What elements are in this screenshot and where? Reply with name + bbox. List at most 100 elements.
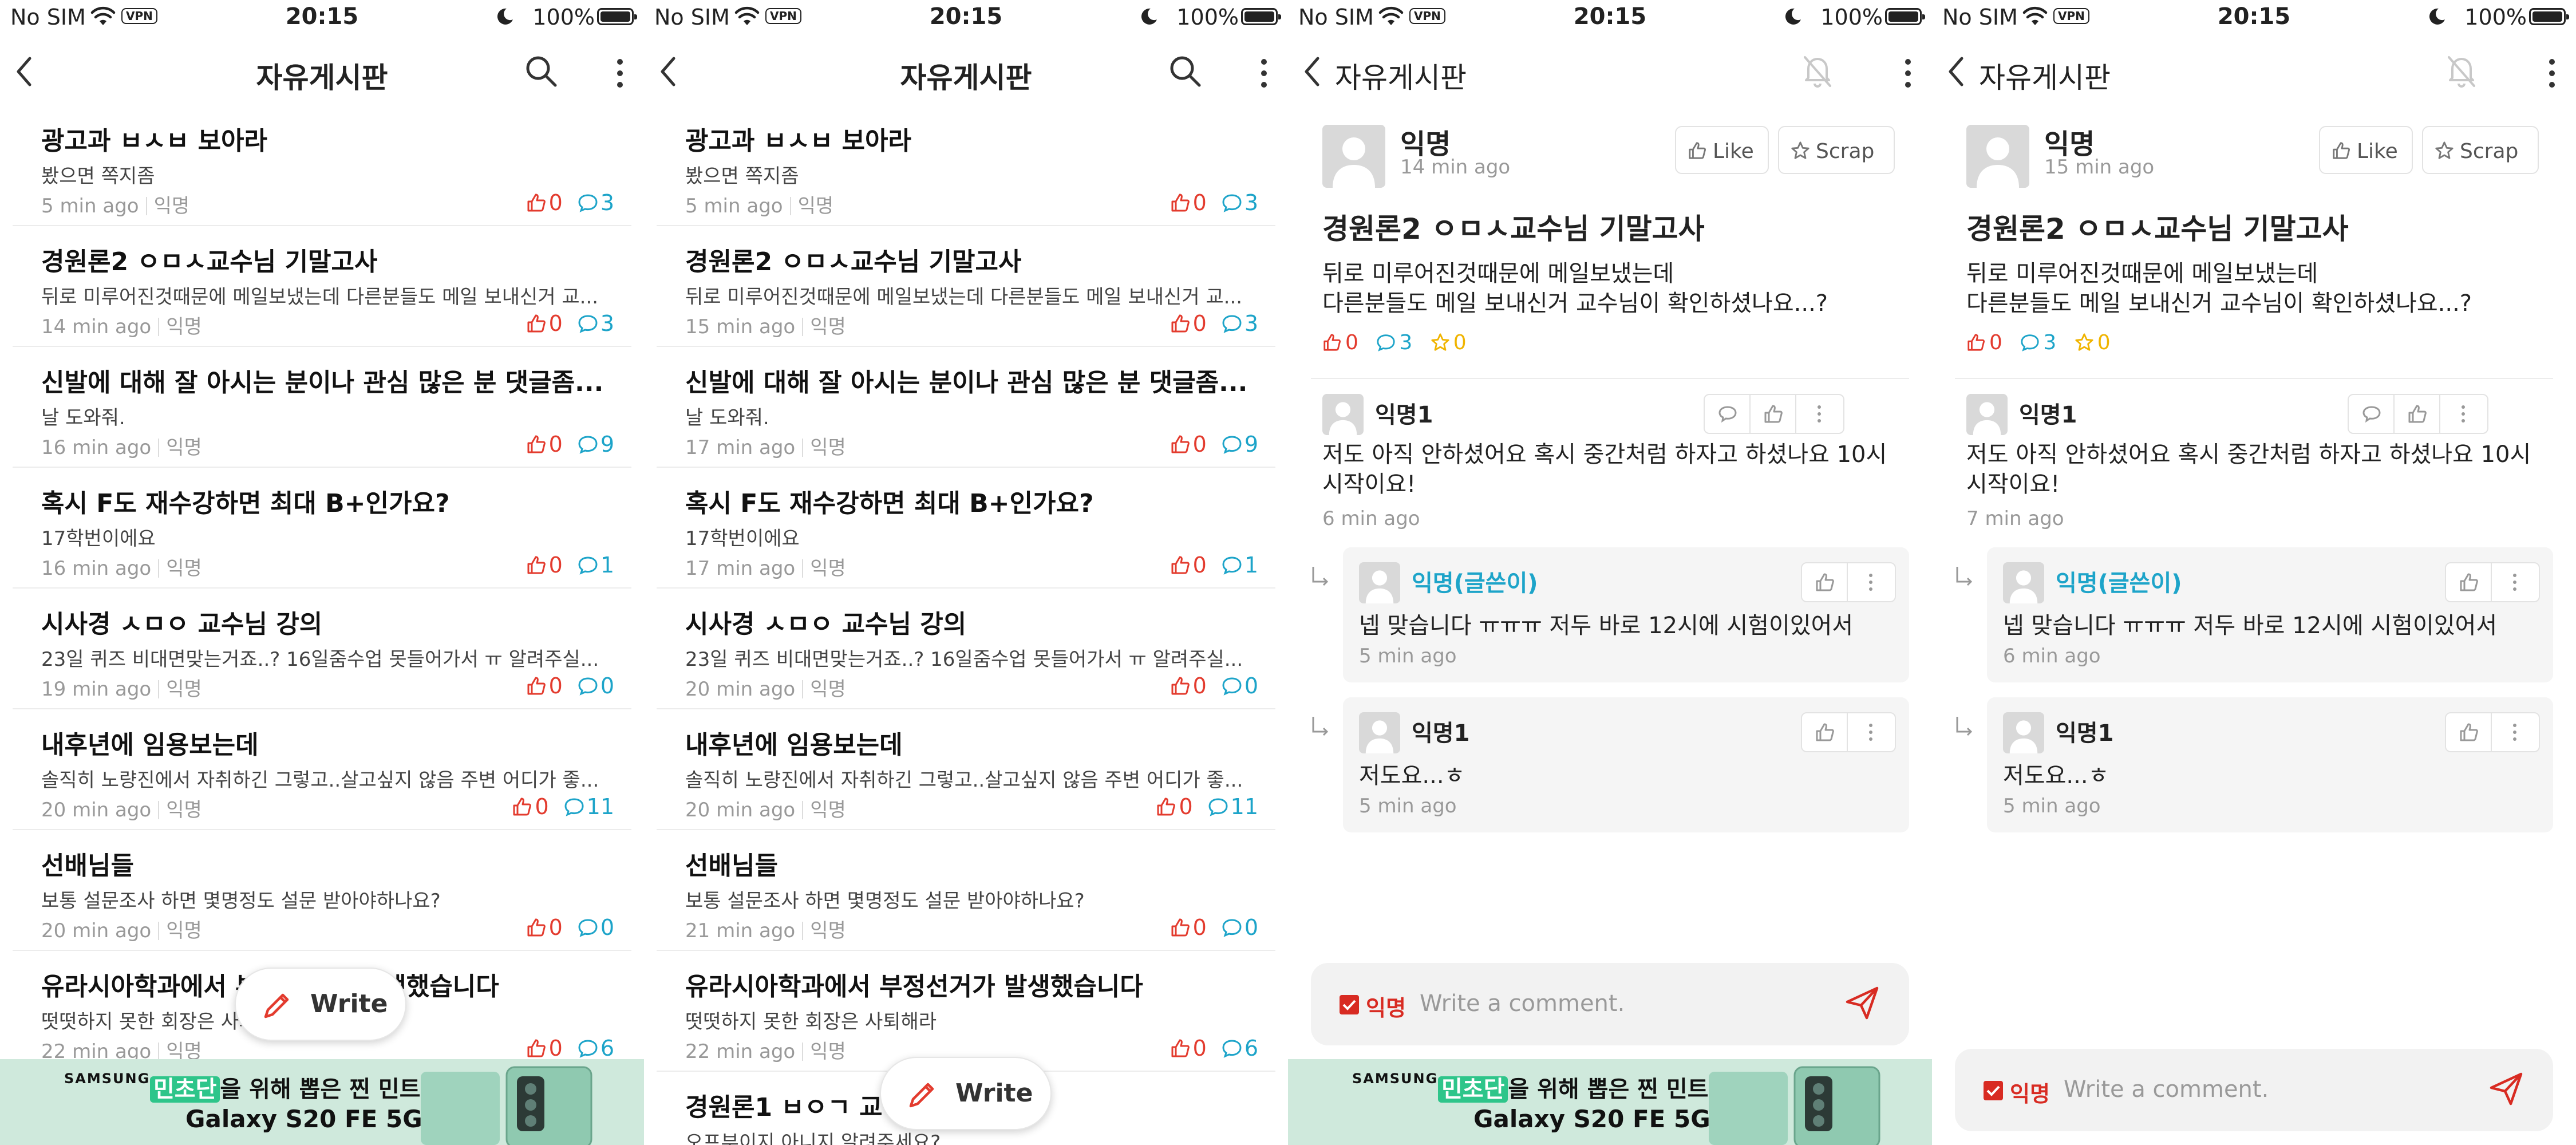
post-meta: 20 min ago 익명 — [41, 794, 202, 822]
anonymous-label[interactable]: 익명 — [2010, 1076, 2050, 1108]
post-time: 14 min ago — [1400, 156, 1511, 179]
more-options-icon — [1869, 724, 1872, 741]
like-count: 0 — [1192, 190, 1207, 215]
post-row[interactable]: 경원론2 ㅇㅁㅅ교수님 기말고사 뒤로 미루어진것때문에 메일보냈는데 다른분들도… — [657, 226, 1275, 347]
comment-input[interactable]: Write a comment. — [1420, 990, 1625, 1017]
post-stats: 0 3 0 — [1322, 331, 1467, 354]
pencil-icon — [909, 1083, 934, 1108]
more-options-icon[interactable] — [615, 57, 625, 89]
reply-author: 익명1 — [1412, 720, 1470, 747]
post-counts: 00 — [526, 673, 614, 698]
comment-text: 저도 아직 안하셨어요 혹시 중간처럼 하자고 하셨나요 10시 시작이요! — [1966, 441, 2531, 498]
reply-button[interactable] — [2349, 395, 2395, 433]
send-icon[interactable] — [2488, 1071, 2524, 1107]
post-author: 익명 — [810, 799, 846, 822]
post-row[interactable]: 시사경 ㅅㅁㅇ 교수님 강의 23일 퀴즈 비대면맞는거죠..? 16일줌수업 못… — [13, 589, 631, 709]
scrap-button[interactable]: Scrap — [2422, 126, 2539, 174]
write-label: Write — [955, 1079, 1033, 1108]
comment-more-button[interactable] — [2440, 395, 2486, 433]
reply-like-button[interactable] — [2446, 713, 2492, 751]
anonymous-label[interactable]: 익명 — [1366, 990, 1406, 1022]
reply-more-button[interactable] — [1848, 563, 1894, 601]
reply-button[interactable] — [1705, 395, 1751, 433]
reply-more-button[interactable] — [2492, 563, 2538, 601]
like-count: 0 — [1192, 915, 1207, 940]
search-icon[interactable] — [524, 54, 558, 88]
post-author: 익명 — [166, 799, 202, 822]
like-button[interactable]: Like — [1675, 126, 1769, 174]
comment-author: 익명1 — [1375, 402, 1433, 428]
reply-like-button[interactable] — [2446, 563, 2492, 601]
notification-off-icon[interactable] — [2444, 53, 2479, 89]
post-row[interactable]: 광고과 ㅂㅅㅂ 보아라 봤으면 쪽지좀 5 min ago 익명 0 3 — [13, 105, 631, 226]
scrap-count: 0 — [2097, 331, 2111, 354]
post-author: 익명 — [166, 557, 202, 580]
more-options-icon — [2462, 405, 2465, 423]
reply-like-button[interactable] — [1802, 713, 1848, 751]
post-row[interactable]: 시사경 ㅅㅁㅇ 교수님 강의 23일 퀴즈 비대면맞는거죠..? 16일줌수업 못… — [657, 589, 1275, 709]
avatar — [1359, 562, 1400, 603]
page-title[interactable]: 자유게시판 — [1979, 55, 2111, 96]
more-options-icon[interactable] — [1259, 57, 1269, 89]
search-icon[interactable] — [1168, 54, 1202, 88]
post-row[interactable]: 선배님들 보통 설문조사 하면 몇명정도 설문 받아야하나요? 20 min ago… — [13, 830, 631, 951]
more-options-icon[interactable] — [1903, 57, 1913, 89]
back-icon[interactable] — [1947, 56, 1965, 87]
more-options-icon[interactable] — [2547, 57, 2557, 89]
comment-like-button[interactable] — [1751, 395, 1796, 433]
comment-count: 11 — [586, 794, 614, 819]
ad-banner[interactable]: SAMSUNG 민초단 을 위해 뽑은 찐 민트! Galaxy S20 FE 5… — [1288, 1059, 1932, 1145]
post-row[interactable]: 광고과 ㅂㅅㅂ 보아라 봤으면 쪽지좀 5 min ago 익명 0 3 — [657, 105, 1275, 226]
post-snippet: 17학번이에요 — [41, 527, 156, 550]
post-title: 혹시 F도 재수강하면 최대 B+인가요? — [41, 489, 450, 518]
comment-actions — [2348, 394, 2488, 434]
write-button[interactable]: Write — [880, 1057, 1052, 1130]
board-list-screen-1: No SIM VPN 20:15 100% 자유게시판 광고과 ㅂㅅㅂ 보아라 봤… — [0, 0, 644, 1145]
write-button[interactable]: Write — [235, 968, 406, 1041]
post-row[interactable]: 혹시 F도 재수강하면 최대 B+인가요? 17학번이에요 17 min ago 익명… — [657, 468, 1275, 589]
post-time: 16 min ago — [41, 436, 152, 459]
anonymous-checkbox[interactable] — [1340, 995, 1359, 1014]
scrap-button[interactable]: Scrap — [1778, 126, 1895, 174]
post-counts: 0 11 — [512, 794, 614, 819]
ad-banner[interactable]: SAMSUNG 민초단 을 위해 뽑은 찐 민트! Galaxy S20 FE 5… — [0, 1059, 644, 1145]
comment-more-button[interactable] — [1796, 395, 1842, 433]
reply-like-button[interactable] — [1802, 563, 1848, 601]
comment-like-button[interactable] — [2395, 395, 2440, 433]
post-row[interactable]: 유라시아학과에서 부정선거가 발생했습니다떳떳하지 못한 회장은 사퇴해라 22 … — [657, 951, 1275, 1072]
anonymous-checkbox[interactable] — [1984, 1081, 2003, 1100]
post-row[interactable]: 신발에 대해 잘 아시는 분이나 관심 많은 분 댓글좀... 날 도와줘. 16 … — [13, 347, 631, 468]
reply-more-button[interactable] — [2492, 713, 2538, 751]
back-icon[interactable] — [1303, 56, 1321, 87]
checkmark-icon — [1342, 1000, 1356, 1010]
post-meta: 17 min ago 익명 — [685, 432, 846, 460]
post-time: 20 min ago — [685, 678, 796, 701]
comment-actions — [1704, 394, 1844, 434]
reply-more-button[interactable] — [1848, 713, 1894, 751]
post-time: 20 min ago — [685, 799, 796, 822]
post-row[interactable]: 신발에 대해 잘 아시는 분이나 관심 많은 분 댓글좀... 날 도와줘. 17 … — [657, 347, 1275, 468]
ad-model: Galaxy S20 FE 5G — [185, 1105, 422, 1133]
post-time: 15 min ago — [685, 315, 796, 338]
post-row[interactable]: 내후년에 임용보는데 솔직히 노량진에서 자취하긴 그렇고..살고싶지 않음 주변… — [13, 709, 631, 830]
post-detail-screen-2: No SIM VPN 20:15 100% 자유게시판 익명 15 min ag… — [1932, 0, 2576, 1145]
page-title[interactable]: 자유게시판 — [1335, 55, 1467, 96]
post-row[interactable]: 선배님들 보통 설문조사 하면 몇명정도 설문 받아야하나요? 21 min ago… — [657, 830, 1275, 951]
post-title: 유라시아학과에서 부정선거가 발생했습니다 — [685, 972, 1143, 1001]
ad-copy-text: 을 위해 뽑은 찐 민트! — [220, 1076, 431, 1103]
post-snippet: 날 도와줘. — [685, 406, 769, 429]
comment-input[interactable]: Write a comment. — [2064, 1076, 2269, 1103]
like-button[interactable]: Like — [2319, 126, 2413, 174]
notification-off-icon[interactable] — [1800, 53, 1835, 89]
send-icon[interactable] — [1844, 985, 1880, 1021]
post-author: 익명 — [166, 919, 202, 942]
post-row[interactable]: 경원론2 ㅇㅁㅅ교수님 기말고사 뒤로 미루어진것때문에 메일보냈는데 다른분들도… — [13, 226, 631, 347]
like-count: 0 — [535, 794, 549, 819]
reply-arrow-icon — [1312, 717, 1329, 736]
post-body: 뒤로 미루어진것때문에 메일보냈는데 다른분들도 메일 보내신거 교수님이 확인하… — [1966, 259, 2562, 318]
status-bar: No SIM VPN 20:15 100% — [644, 0, 1288, 37]
post-row[interactable]: 혹시 F도 재수강하면 최대 B+인가요? 17학번이에요 16 min ago 익명… — [13, 468, 631, 589]
post-meta: 17 min ago 익명 — [685, 552, 846, 581]
post-row[interactable]: 내후년에 임용보는데 솔직히 노량진에서 자취하긴 그렇고..살고싶지 않음 주변… — [657, 709, 1275, 830]
comment-count: 1 — [600, 552, 614, 578]
